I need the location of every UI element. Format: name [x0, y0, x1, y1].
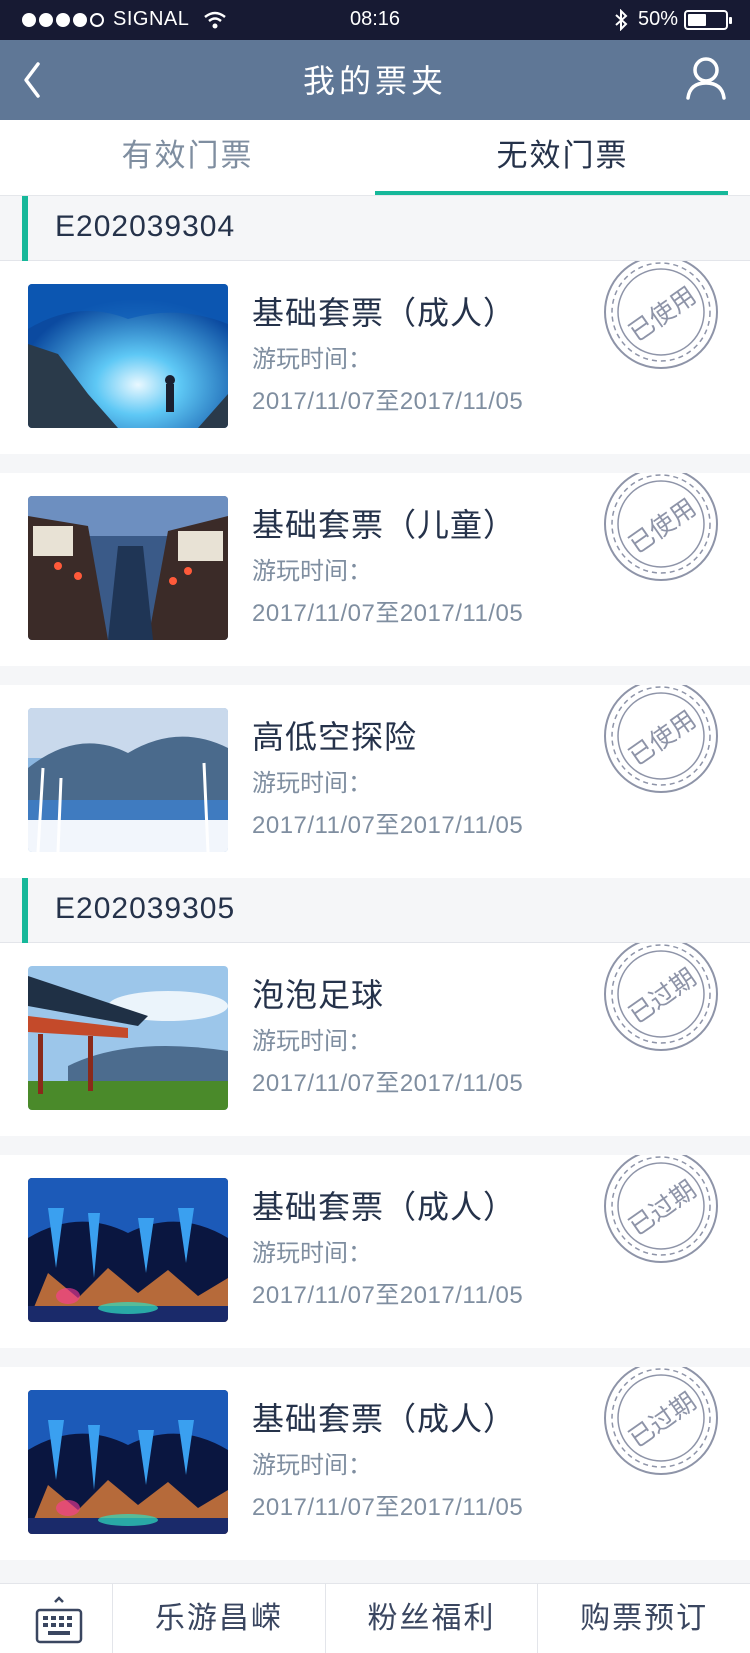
battery-percent: 50% [637, 8, 678, 30]
play-time-range: 2017/11/07至2017/11/05 [252, 1282, 524, 1309]
play-time-range: 2017/11/07至2017/11/05 [252, 600, 524, 627]
order-group-header: E202039305 [0, 878, 750, 943]
card-gap [0, 454, 750, 473]
card-gap [0, 1348, 750, 1367]
page-title: 我的票夹 [302, 63, 447, 99]
bottom-nav: 乐游昌嵘 粉丝福利 购票预订 [0, 1583, 750, 1653]
battery-indicator: 50% [614, 8, 732, 31]
order-group-header: E202039304 [0, 196, 750, 261]
ticket-card[interactable]: 基础套票（成人） 游玩时间： 2017/11/07至2017/11/05 已使用 [0, 261, 750, 454]
play-time-label: 游玩时间： [252, 1240, 372, 1267]
accent-bar [22, 878, 28, 943]
battery-icon [684, 9, 732, 30]
order-number: E202039304 [55, 210, 236, 243]
play-time-label: 游玩时间： [252, 770, 372, 797]
ticket-name: 高低空探险 [252, 719, 418, 755]
stamp-text: 已使用 [623, 493, 701, 560]
expired-stamp: 已过期 [600, 1367, 722, 1479]
ticket-thumbnail [28, 1178, 228, 1322]
play-time-range: 2017/11/07至2017/11/05 [252, 388, 524, 415]
ticket-name: 基础套票（儿童） [252, 507, 517, 543]
stamp-text: 已使用 [623, 705, 701, 772]
stamp-text: 已过期 [623, 1387, 701, 1454]
ticket-tabs: 有效门票 无效门票 [0, 120, 750, 196]
play-time-range: 2017/11/07至2017/11/05 [252, 1494, 524, 1521]
ticket-list: E202039304 基础套票（成人） 游玩时间： 2017/11/07至201… [0, 196, 750, 1579]
ticket-name: 基础套票（成人） [252, 295, 517, 331]
play-time-label: 游玩时间： [252, 1452, 372, 1479]
ticket-name: 泡泡足球 [252, 977, 385, 1013]
keyboard-button[interactable] [0, 1584, 113, 1653]
ticket-thumbnail [28, 496, 228, 640]
ticket-card[interactable]: 基础套票（成人） 游玩时间： 2017/11/07至2017/11/05 已过期 [0, 1155, 750, 1348]
keyboard-icon [35, 1596, 83, 1644]
stamp-text: 已过期 [623, 1175, 701, 1242]
card-gap [0, 666, 750, 685]
order-number: E202039305 [55, 892, 236, 925]
ticket-name: 基础套票（成人） [252, 1189, 517, 1225]
user-button[interactable] [682, 54, 730, 104]
expired-stamp: 已过期 [600, 1155, 722, 1267]
stamp-text: 已过期 [623, 963, 701, 1030]
play-time-label: 游玩时间： [252, 558, 372, 585]
play-time-label: 游玩时间： [252, 1028, 372, 1055]
ticket-thumbnail [28, 966, 228, 1110]
play-time-label: 游玩时间： [252, 346, 372, 373]
nav-header: 我的票夹 [0, 40, 750, 120]
ticket-thumbnail [28, 708, 228, 852]
ticket-card[interactable]: 高低空探险 游玩时间： 2017/11/07至2017/11/05 已使用 [0, 685, 750, 878]
ticket-card[interactable]: 基础套票（成人） 游玩时间： 2017/11/07至2017/11/05 已过期 [0, 1367, 750, 1560]
play-time-range: 2017/11/07至2017/11/05 [252, 812, 524, 839]
used-stamp: 已使用 [600, 685, 722, 797]
stamp-text: 已使用 [623, 281, 701, 348]
status-bar: SIGNAL 08:16 50% [0, 0, 750, 40]
expired-stamp: 已过期 [600, 943, 722, 1055]
nav-leyou[interactable]: 乐游昌嵘 [113, 1584, 326, 1653]
ticket-card[interactable]: 泡泡足球 游玩时间： 2017/11/07至2017/11/05 已过期 [0, 943, 750, 1136]
accent-bar [22, 196, 28, 261]
nav-fan-benefits[interactable]: 粉丝福利 [326, 1584, 539, 1653]
user-icon [686, 57, 726, 100]
ticket-card[interactable]: 基础套票（儿童） 游玩时间： 2017/11/07至2017/11/05 已使用 [0, 473, 750, 666]
play-time-range: 2017/11/07至2017/11/05 [252, 1070, 524, 1097]
tab-valid-tickets[interactable]: 有效门票 [0, 120, 375, 195]
used-stamp: 已使用 [600, 261, 722, 373]
nav-booking[interactable]: 购票预订 [538, 1584, 750, 1653]
used-stamp: 已使用 [600, 473, 722, 585]
ticket-thumbnail [28, 284, 228, 428]
card-gap [0, 1136, 750, 1155]
card-gap [0, 1560, 750, 1579]
ticket-thumbnail [28, 1390, 228, 1534]
ticket-name: 基础套票（成人） [252, 1401, 517, 1437]
tab-invalid-tickets[interactable]: 无效门票 [375, 120, 750, 195]
bluetooth-icon [615, 8, 628, 31]
